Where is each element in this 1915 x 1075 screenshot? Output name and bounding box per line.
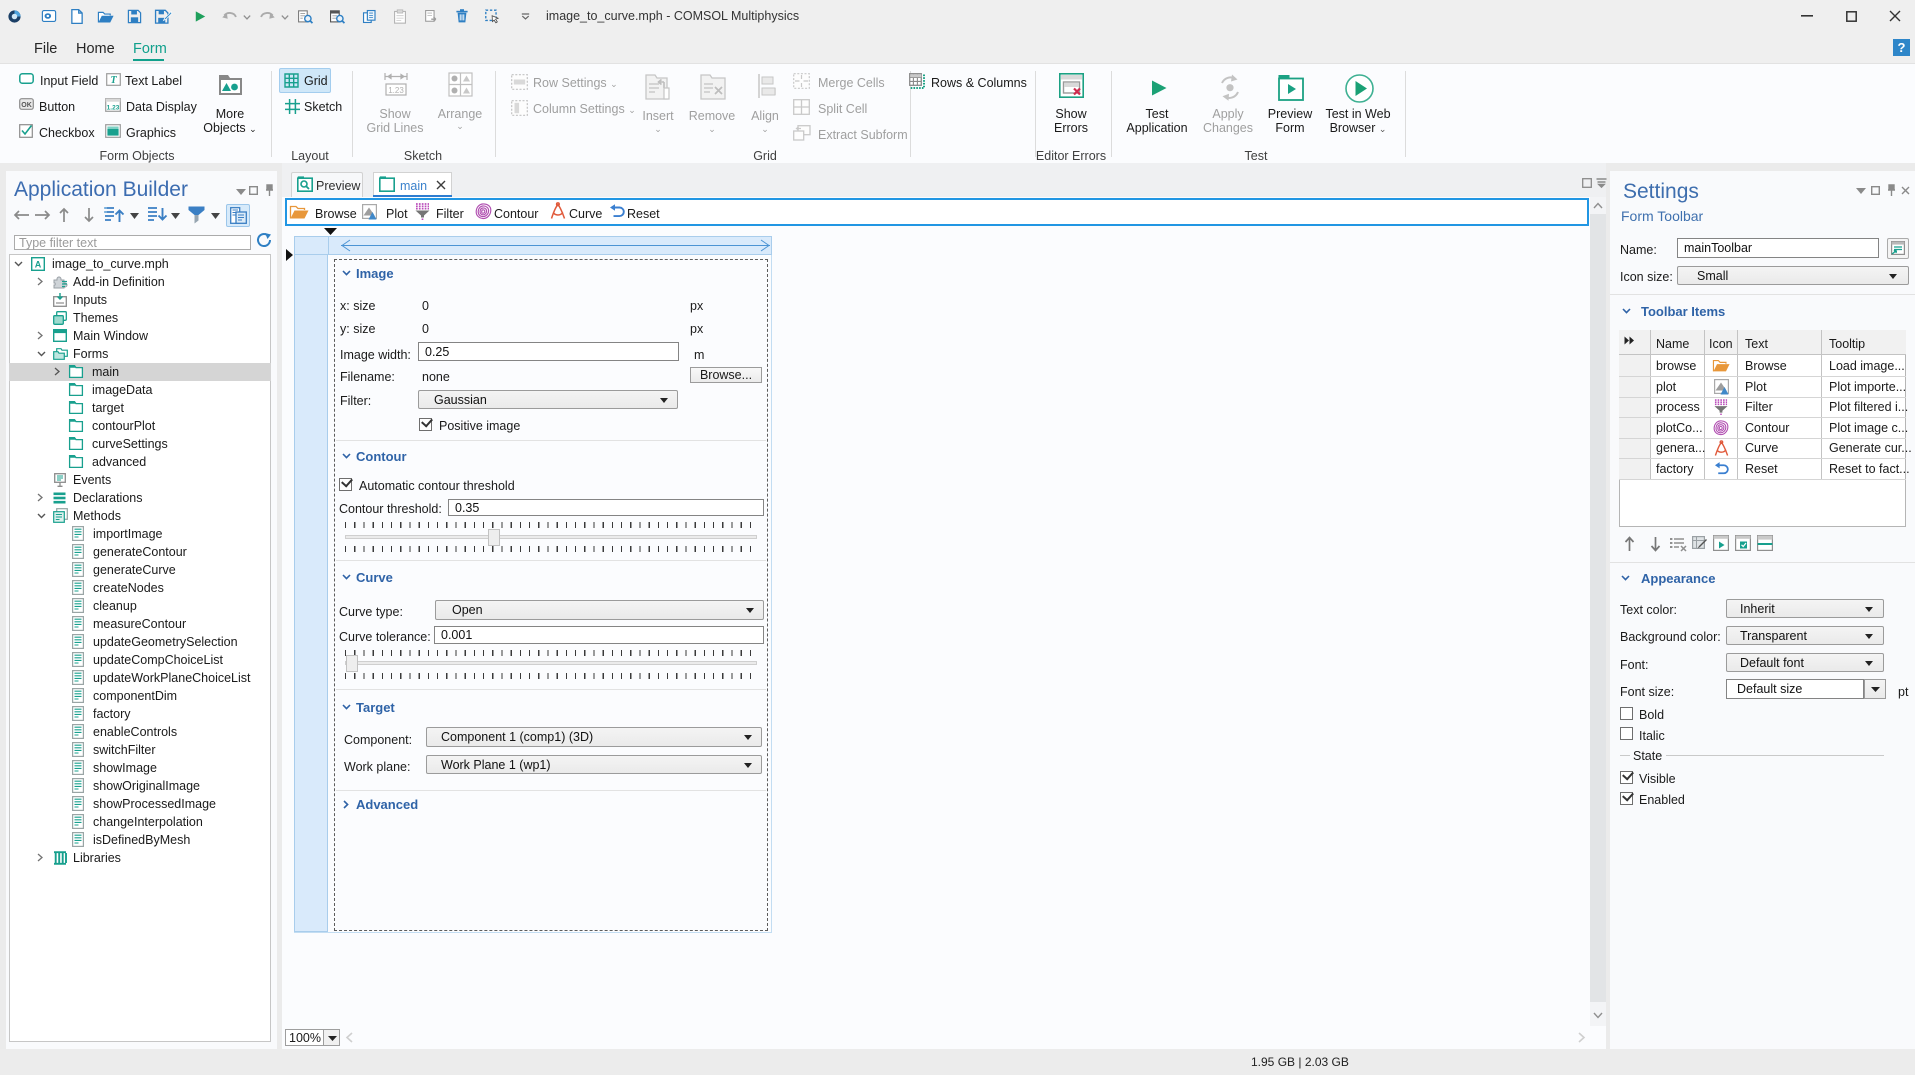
svg-text:1.23: 1.23 xyxy=(388,86,404,95)
svg-text:1.23: 1.23 xyxy=(107,105,120,112)
svg-text:A: A xyxy=(35,260,42,270)
svg-text:OK: OK xyxy=(21,102,32,109)
svg-text:T: T xyxy=(110,75,117,86)
